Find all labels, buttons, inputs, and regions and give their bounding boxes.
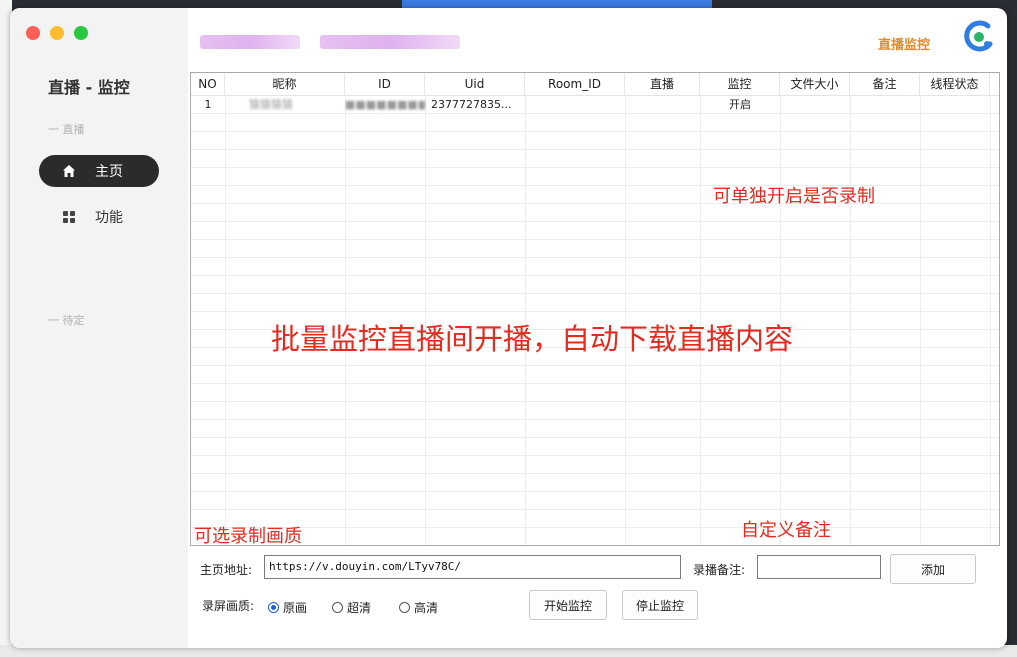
cell-live <box>625 96 700 114</box>
start-monitor-button[interactable]: 开始监控 <box>529 590 607 620</box>
annotation-main: 批量监控直播间开播，自动下载直播内容 <box>271 322 794 356</box>
app-title: 直播 - 监控 <box>48 78 130 97</box>
column-header-live[interactable]: 直播 <box>625 73 700 95</box>
quality-option-high[interactable]: 高清 <box>399 599 438 616</box>
column-header-thread-status[interactable]: 线程状态 <box>920 73 990 95</box>
header-live-monitor-link[interactable]: 直播监控 <box>878 34 930 53</box>
annotation-record-toggle: 可单独开启是否录制 <box>713 186 875 207</box>
table-column-divider <box>345 73 346 545</box>
cell-thread-status <box>920 96 990 114</box>
cell-note <box>850 96 920 114</box>
minimize-window-button[interactable] <box>50 26 64 40</box>
quality-option-label: 高清 <box>414 601 439 615</box>
radio-unselected-icon <box>399 602 410 613</box>
close-window-button[interactable] <box>26 26 40 40</box>
table-column-divider <box>990 73 991 545</box>
cell-no: 1 <box>204 98 212 111</box>
cell-id: ■■■■■■■■■■ <box>345 98 425 111</box>
grid-icon <box>61 209 77 225</box>
quality-option-super[interactable]: 超清 <box>332 599 371 616</box>
table-column-divider <box>780 73 781 545</box>
stop-monitor-button[interactable]: 停止监控 <box>622 590 698 620</box>
maximize-window-button[interactable] <box>74 26 88 40</box>
table-column-divider <box>225 73 226 545</box>
column-header-nickname[interactable]: 昵称 <box>225 73 345 95</box>
app-window: 直播 - 监控 一 直播 主页 功能 一 待定 直播监控 NO 昵称 ID Ui… <box>10 8 1007 648</box>
sidebar-item-label: 功能 <box>95 210 123 226</box>
redacted-header-text <box>200 35 300 49</box>
add-button[interactable]: 添加 <box>890 554 976 584</box>
radio-unselected-icon <box>332 602 343 613</box>
annotation-note: 自定义备注 <box>741 520 831 541</box>
cell-uid: 2377727835... <box>431 98 512 111</box>
section-label-live: 一 直播 <box>48 123 85 136</box>
table-column-divider <box>525 73 526 545</box>
radio-selected-icon <box>268 602 279 613</box>
column-header-file-size[interactable]: 文件大小 <box>780 73 850 95</box>
app-logo-icon <box>962 20 996 54</box>
recording-note-input[interactable] <box>757 555 881 579</box>
table-column-divider <box>625 73 626 545</box>
section-label-pending: 一 待定 <box>48 314 85 327</box>
sidebar-item-home[interactable]: 主页 <box>39 155 159 187</box>
cell-monitor[interactable]: 开启 <box>700 96 780 114</box>
column-header-monitor[interactable]: 监控 <box>700 73 780 95</box>
cell-room-id <box>525 96 625 114</box>
column-header-no[interactable]: NO <box>191 73 225 95</box>
column-header-uid[interactable]: Uid <box>425 73 525 95</box>
column-header-note[interactable]: 备注 <box>850 73 920 95</box>
cell-nickname: 猿猿猿猿 <box>249 98 293 111</box>
table-column-divider <box>425 73 426 545</box>
table-column-divider <box>700 73 701 545</box>
table-header: NO 昵称 ID Uid Room_ID 直播 监控 文件大小 备注 线程状态 <box>191 73 999 96</box>
cell-file-size <box>780 96 850 114</box>
note-label: 录播备注: <box>693 563 746 577</box>
home-icon <box>61 163 77 179</box>
redacted-header-text <box>320 35 460 49</box>
annotation-quality: 可选录制画质 <box>194 526 302 547</box>
url-label: 主页地址: <box>200 563 253 577</box>
quality-option-label: 原画 <box>283 601 308 615</box>
sidebar-item-label: 主页 <box>95 164 123 180</box>
column-header-room-id[interactable]: Room_ID <box>525 73 625 95</box>
column-header-id[interactable]: ID <box>345 73 425 95</box>
quality-option-original[interactable]: 原画 <box>268 599 307 616</box>
background-window-edge <box>402 0 712 8</box>
table-column-divider <box>920 73 921 545</box>
sidebar: 直播 - 监控 一 直播 主页 功能 一 待定 <box>10 8 188 648</box>
sidebar-item-features[interactable]: 功能 <box>39 201 159 233</box>
quality-option-label: 超清 <box>347 601 372 615</box>
table-column-divider <box>850 73 851 545</box>
homepage-url-input[interactable]: https://v.douyin.com/LTyv78C/ <box>264 555 681 579</box>
table-row[interactable]: 1 猿猿猿猿 ■■■■■■■■■■ 2377727835... 开启 <box>191 96 990 114</box>
stream-table: NO 昵称 ID Uid Room_ID 直播 监控 文件大小 备注 线程状态 … <box>190 72 1000 546</box>
quality-label: 录屏画质: <box>202 599 255 613</box>
